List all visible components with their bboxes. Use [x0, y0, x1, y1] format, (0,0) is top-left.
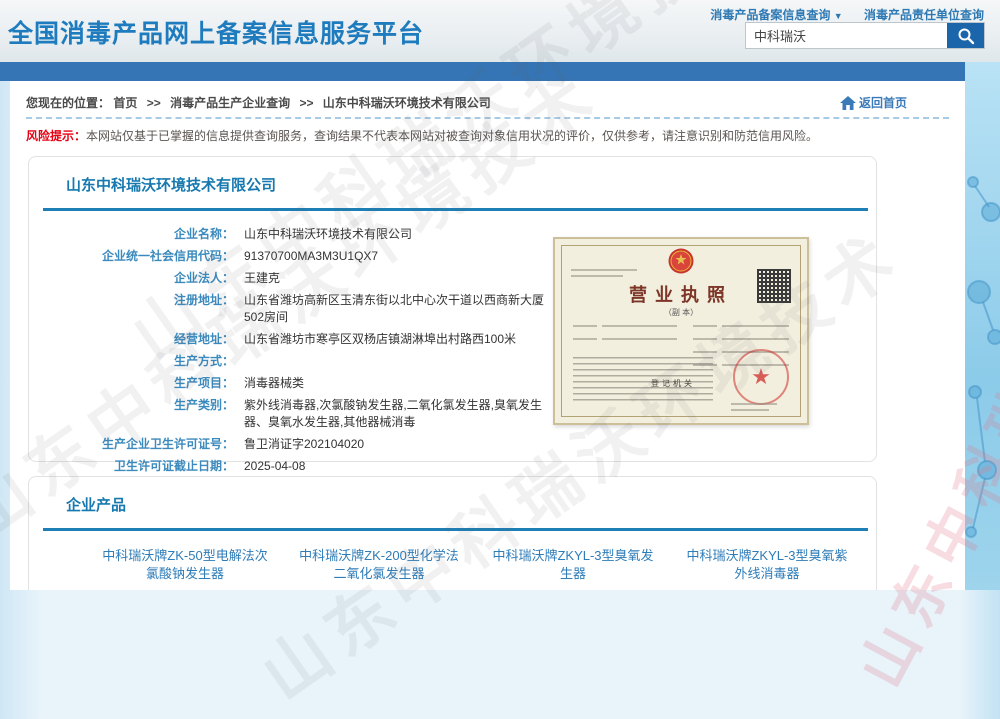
field-label: 生产类别： [29, 397, 234, 431]
site-title: 全国消毒产品网上备案信息服务平台 [8, 14, 424, 50]
top-nav: 消毒产品备案信息查询 ▼ 消毒产品责任单位查询 [692, 6, 984, 23]
field-label: 生产企业卫生许可证号： [29, 436, 234, 453]
field-label: 企业名称： [29, 226, 234, 243]
nav-link-responsible-unit-query[interactable]: 消毒产品责任单位查询 [864, 8, 984, 22]
company-name-heading: 山东中科瑞沃环境技术有限公司 [66, 174, 876, 195]
breadcrumb-home-link[interactable]: 首页 [113, 96, 137, 110]
breadcrumb-separator: >> [299, 96, 313, 110]
company-info-card: 山东中科瑞沃环境技术有限公司 企业名称： 山东中科瑞沃环境技术有限公司 企业统一社… [28, 156, 877, 462]
products-heading: 企业产品 [66, 494, 876, 515]
field-value: 2025-04-08 [244, 458, 305, 475]
field-row: 生产企业卫生许可证号： 鲁卫消证字202104020 [29, 436, 876, 453]
right-decoration-strip [965, 62, 1000, 590]
risk-notice-label: 风险提示： [26, 129, 86, 143]
license-code-lines [571, 269, 641, 281]
product-link[interactable]: 中科瑞沃牌ZK-50型电解法次氯酸钠发生器 [101, 547, 269, 583]
national-emblem-icon [668, 247, 694, 275]
risk-notice-text: 本网站仅基于已掌握的信息提供查询服务，查询结果不代表本网站对被查询对象信用状况的… [86, 129, 818, 143]
main-navbar [0, 62, 1000, 81]
search-icon [957, 27, 975, 45]
heading-rule [43, 208, 868, 211]
field-label: 经营地址： [29, 331, 234, 348]
product-link[interactable]: 中科瑞沃牌ZKYL-3型臭氧发生器 [489, 547, 657, 583]
field-label: 生产方式： [29, 353, 234, 370]
field-value: 鲁卫消证字202104020 [244, 436, 364, 453]
search-bar [745, 22, 985, 49]
search-button[interactable] [947, 23, 984, 48]
field-value: 山东中科瑞沃环境技术有限公司 [244, 226, 412, 243]
breadcrumb-separator: >> [147, 96, 161, 110]
qr-code [757, 269, 791, 303]
field-label: 卫生许可证截止日期： [29, 458, 234, 475]
field-value: 91370700MA3M3U1QX7 [244, 248, 378, 265]
home-icon [840, 96, 856, 110]
field-value: 王建克 [244, 270, 280, 287]
field-label: 企业统一社会信用代码： [29, 248, 234, 265]
license-left-fields [573, 325, 677, 351]
red-seal-icon: ★ [733, 349, 789, 405]
breadcrumb-query-link[interactable]: 消毒产品生产企业查询 [170, 96, 290, 110]
field-label: 企业法人： [29, 270, 234, 287]
field-row: 卫生许可证截止日期： 2025-04-08 [29, 458, 876, 475]
heading-rule [43, 528, 868, 531]
breadcrumb-row: 您现在的位置： 首页 >> 消毒产品生产企业查询 >> 山东中科瑞沃环境技术有限… [10, 81, 965, 115]
business-license-image: 营业执照 （副 本） ★ 登记机关 [553, 237, 809, 425]
search-input[interactable] [746, 23, 947, 48]
back-home-link[interactable]: 返回首页 [840, 94, 907, 111]
products-card: 企业产品 中科瑞沃牌ZK-50型电解法次氯酸钠发生器 中科瑞沃牌ZK-200型化… [28, 476, 877, 590]
risk-notice: 风险提示：本网站仅基于已掌握的信息提供查询服务，查询结果不代表本网站对被查询对象… [10, 119, 965, 146]
field-value: 消毒器械类 [244, 375, 304, 392]
page-header: 全国消毒产品网上备案信息服务平台 消毒产品备案信息查询 ▼ 消毒产品责任单位查询 [0, 0, 1000, 62]
license-issuer-label: 登记机关 [651, 378, 695, 389]
product-list: 中科瑞沃牌ZK-50型电解法次氯酸钠发生器 中科瑞沃牌ZK-200型化学法二氧化… [101, 547, 876, 583]
field-value: 山东省潍坊市寒亭区双杨店镇湖淋埠出村路西100米 [244, 331, 516, 348]
molecule-decoration [965, 62, 1000, 590]
breadcrumb-prefix: 您现在的位置： [26, 96, 110, 110]
seal-star: ★ [751, 364, 771, 390]
product-link[interactable]: 中科瑞沃牌ZK-200型化学法二氧化氯发生器 [295, 547, 463, 583]
field-value: 山东省潍坊高新区玉清东街以北中心次干道以西商新大厦502房间 [244, 292, 556, 326]
main-content-panel: 您现在的位置： 首页 >> 消毒产品生产企业查询 >> 山东中科瑞沃环境技术有限… [10, 81, 965, 590]
nav-link-record-info-query[interactable]: 消毒产品备案信息查询 ▼ [710, 8, 842, 22]
breadcrumb-current: 山东中科瑞沃环境技术有限公司 [323, 96, 491, 110]
license-date-lines [731, 403, 781, 415]
field-label: 生产项目： [29, 375, 234, 392]
field-value: 紫外线消毒器,次氯酸钠发生器,二氧化氯发生器,臭氧发生器、臭氧水发生器,其他器械… [244, 397, 556, 431]
nav-link-label: 消毒产品备案信息查询 [710, 8, 830, 22]
field-label: 注册地址： [29, 292, 234, 326]
back-home-label: 返回首页 [859, 94, 907, 111]
product-link[interactable]: 中科瑞沃牌ZKYL-3型臭氧紫外线消毒器 [683, 547, 851, 583]
license-subtitle: （副 本） [555, 307, 807, 318]
breadcrumb: 您现在的位置： 首页 >> 消毒产品生产企业查询 >> 山东中科瑞沃环境技术有限… [26, 94, 491, 111]
chevron-down-icon: ▼ [834, 11, 843, 21]
